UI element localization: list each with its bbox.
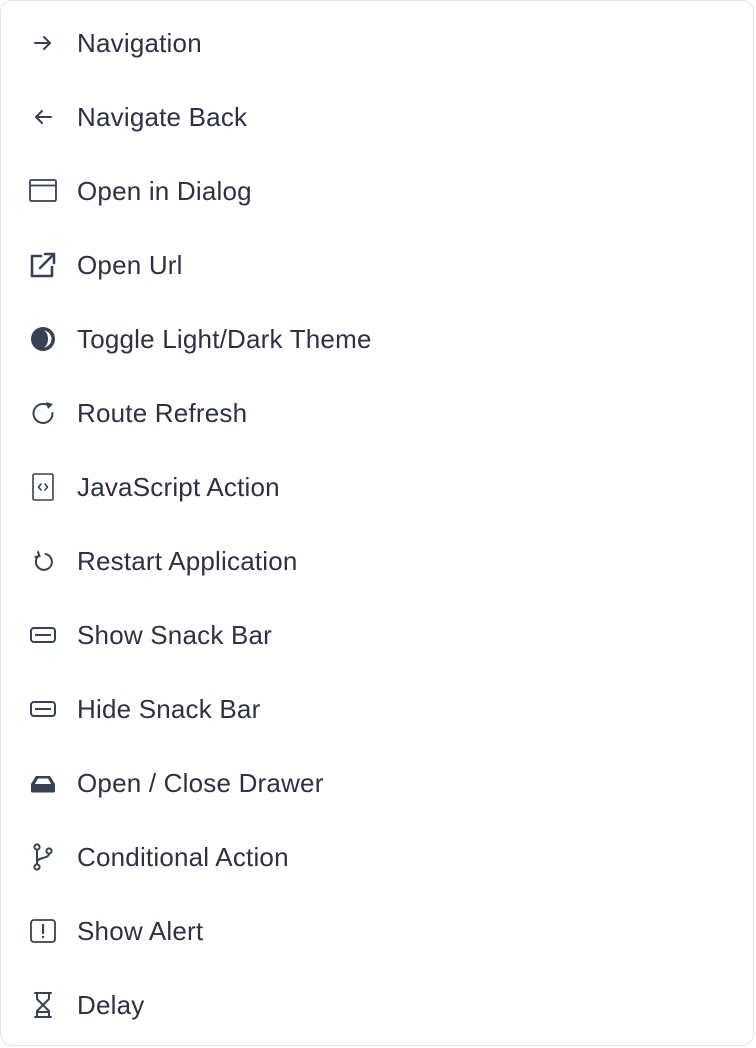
hourglass-icon: [28, 990, 58, 1020]
contrast-icon: [28, 324, 58, 354]
alert-icon: [28, 916, 58, 946]
restart-icon: [28, 546, 58, 576]
menu-item-label: Restart Application: [77, 545, 298, 576]
code-file-icon: [28, 472, 58, 502]
menu-item-label: Navigate Back: [77, 101, 248, 132]
menu-item-label: Open in Dialog: [77, 175, 252, 206]
menu-item-navigate-back[interactable]: Navigate Back: [1, 80, 753, 154]
menu-item-javascript-action[interactable]: JavaScript Action: [1, 450, 753, 524]
arrow-right-icon: [28, 28, 58, 58]
menu-item-toggle-theme[interactable]: Toggle Light/Dark Theme: [1, 302, 753, 376]
menu-item-open-url[interactable]: Open Url: [1, 228, 753, 302]
menu-item-show-snack-bar[interactable]: Show Snack Bar: [1, 598, 753, 672]
menu-item-open-in-dialog[interactable]: Open in Dialog: [1, 154, 753, 228]
snackbar-icon: [28, 620, 58, 650]
menu-item-label: Open Url: [77, 249, 183, 280]
menu-item-route-refresh[interactable]: Route Refresh: [1, 376, 753, 450]
menu-item-conditional-action[interactable]: Conditional Action: [1, 820, 753, 894]
menu-item-label: Hide Snack Bar: [77, 693, 261, 724]
menu-item-restart-application[interactable]: Restart Application: [1, 524, 753, 598]
action-menu: Navigation Navigate Back Open in Dialog: [0, 0, 754, 1046]
menu-item-label: Delay: [77, 989, 145, 1020]
drawer-icon: [28, 768, 58, 798]
menu-item-open-close-drawer[interactable]: Open / Close Drawer: [1, 746, 753, 820]
menu-item-label: Show Snack Bar: [77, 619, 273, 650]
menu-item-label: Conditional Action: [77, 841, 289, 872]
menu-item-label: Navigation: [77, 27, 202, 58]
snackbar-icon: [28, 694, 58, 724]
menu-item-show-alert[interactable]: Show Alert: [1, 894, 753, 968]
window-icon: [28, 176, 58, 206]
menu-item-label: Open / Close Drawer: [77, 767, 324, 798]
branch-icon: [28, 842, 58, 872]
menu-item-label: Show Alert: [77, 915, 204, 946]
refresh-icon: [28, 398, 58, 428]
menu-item-label: Toggle Light/Dark Theme: [77, 323, 372, 354]
menu-item-delay[interactable]: Delay: [1, 968, 753, 1042]
menu-item-hide-snack-bar[interactable]: Hide Snack Bar: [1, 672, 753, 746]
menu-item-label: JavaScript Action: [77, 471, 280, 502]
menu-item-label: Route Refresh: [77, 397, 248, 428]
menu-item-navigation[interactable]: Navigation: [1, 6, 753, 80]
arrow-left-icon: [28, 102, 58, 132]
external-link-icon: [28, 250, 58, 280]
